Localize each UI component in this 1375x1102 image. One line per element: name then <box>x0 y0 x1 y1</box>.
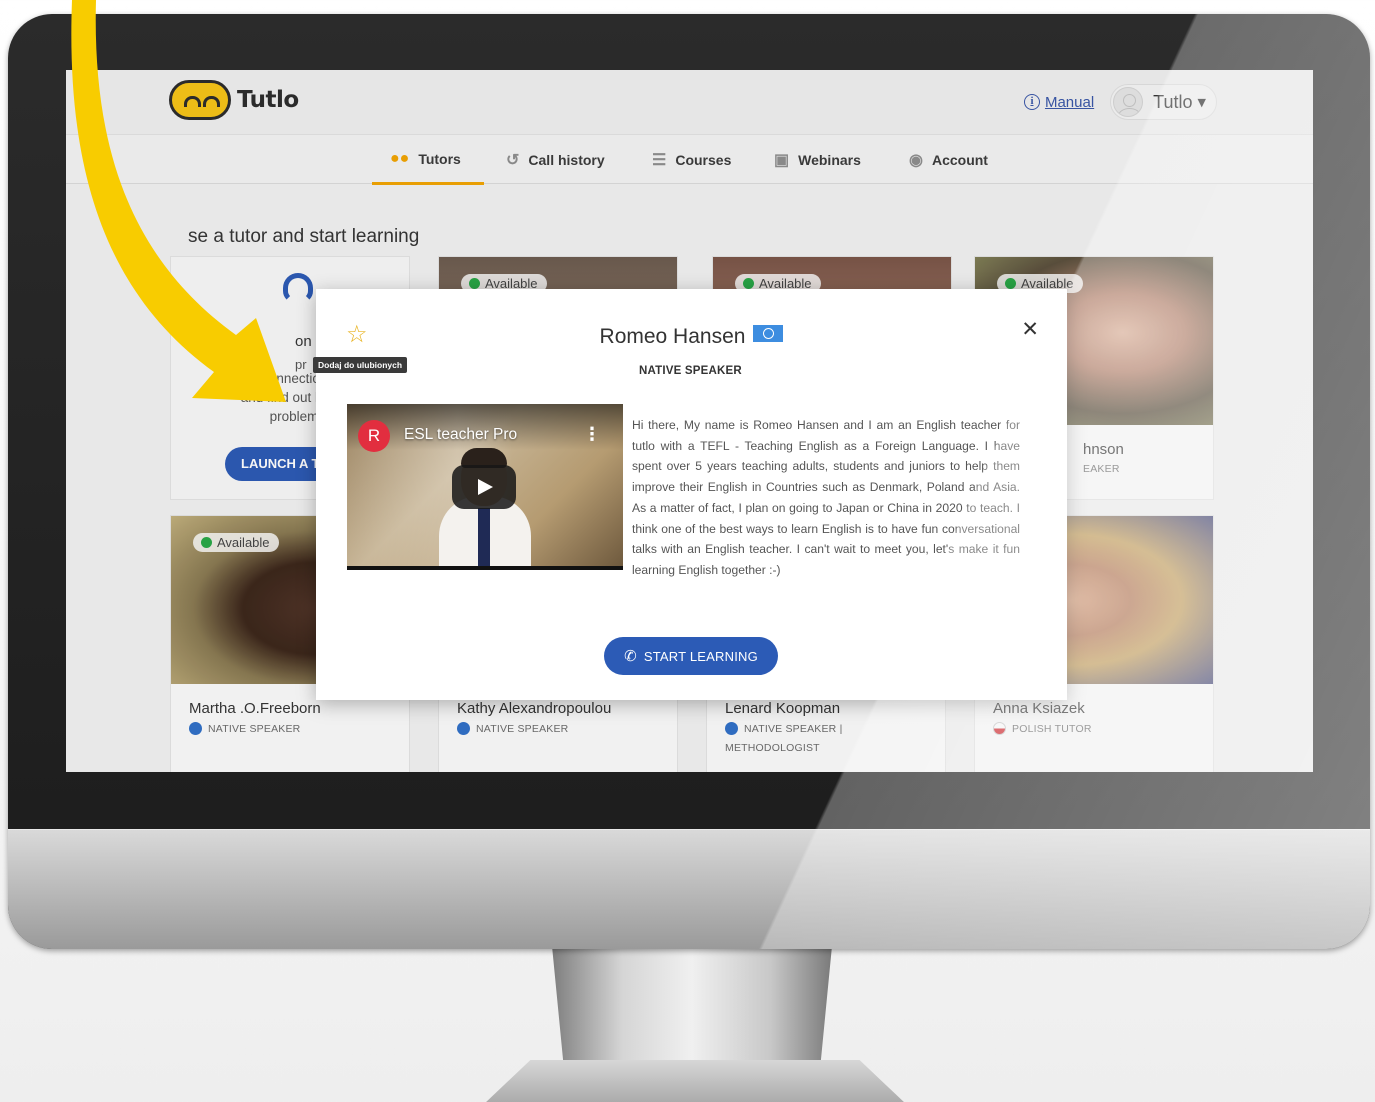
start-learning-button[interactable]: ✆ START LEARNING <box>604 637 778 675</box>
tutor-subtitle: NATIVE SPEAKER <box>639 365 742 377</box>
tutor-bio: Hi there, My name is Romeo Hansen and I … <box>632 418 1020 577</box>
tutor-name: Romeo Hansen <box>599 325 746 348</box>
monitor-base <box>484 1060 906 1102</box>
phone-icon: ✆ <box>624 648 637 665</box>
play-icon[interactable] <box>452 465 516 509</box>
monitor-chin <box>8 829 1370 949</box>
favorite-tooltip: Dodaj do ulubionych <box>313 357 408 373</box>
video-player[interactable]: R ESL teacher Pro ⋮ <box>347 404 623 570</box>
start-learning-label: START LEARNING <box>643 648 758 664</box>
un-flag-icon <box>753 325 784 342</box>
channel-avatar[interactable]: R <box>358 420 390 452</box>
video-person-tie <box>478 508 490 566</box>
monitor-frame: Tutlo i Manual Tutlo ▼ ●● Tutors ↺ Call … <box>8 14 1370 949</box>
tutor-profile-modal: ☆ Dodaj do ulubionych ✕ Romeo Hansen NAT… <box>313 289 1067 700</box>
modal-title: Romeo Hansen <box>316 325 1067 349</box>
more-options-icon[interactable]: ⋮ <box>583 424 601 445</box>
video-title[interactable]: ESL teacher Pro <box>404 426 517 444</box>
